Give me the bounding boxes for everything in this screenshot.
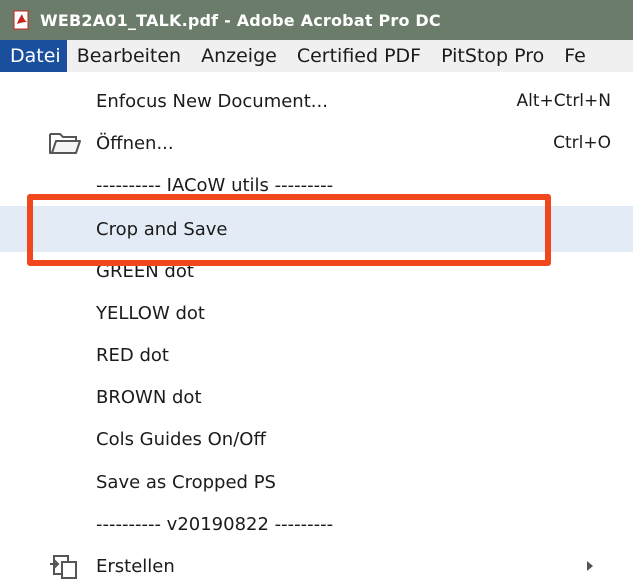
menu-item-label: Save as Cropped PS xyxy=(96,471,276,493)
highlight-annotation-box xyxy=(27,194,551,266)
pdf-icon xyxy=(12,10,32,30)
menu-item-label: Cols Guides On/Off xyxy=(96,428,266,450)
window-title-bar: WEB2A01_TALK.pdf - Adobe Acrobat Pro DC xyxy=(0,0,633,40)
menu-truncated[interactable]: Fe xyxy=(554,40,596,72)
menu-item-label: RED dot xyxy=(96,344,169,366)
menu-item-red-dot[interactable]: RED dot xyxy=(0,334,633,376)
menu-item-save-as-cropped-ps[interactable]: Save as Cropped PS xyxy=(0,461,633,503)
menu-item-label: Erstellen xyxy=(96,555,175,577)
menu-item-cols-guides[interactable]: Cols Guides On/Off xyxy=(0,418,633,460)
menu-certified-pdf[interactable]: Certified PDF xyxy=(287,40,431,72)
menu-separator-version: ---------- v20190822 --------- xyxy=(0,503,633,545)
window-title: WEB2A01_TALK.pdf - Adobe Acrobat Pro DC xyxy=(40,10,441,30)
menu-item-oeffnen[interactable]: Öffnen... Ctrl+O xyxy=(0,122,633,164)
menu-item-label: Öffnen... xyxy=(96,132,174,154)
menu-item-label: BROWN dot xyxy=(96,386,202,408)
datei-dropdown-menu: Enfocus New Document... Alt+Ctrl+N Öffne… xyxy=(0,72,633,579)
menu-anzeige[interactable]: Anzeige xyxy=(191,40,287,72)
menu-item-yellow-dot[interactable]: YELLOW dot xyxy=(0,292,633,334)
menu-item-brown-dot[interactable]: BROWN dot xyxy=(0,376,633,418)
menu-bearbeiten[interactable]: Bearbeiten xyxy=(67,40,191,72)
menu-item-shortcut: Alt+Ctrl+N xyxy=(516,91,611,111)
create-pdf-icon xyxy=(48,552,82,580)
menu-bar: Datei Bearbeiten Anzeige Certified PDF P… xyxy=(0,40,633,72)
submenu-arrow-icon xyxy=(587,561,593,571)
menu-item-erstellen[interactable]: Erstellen xyxy=(0,545,633,587)
menu-item-enfocus-new-document[interactable]: Enfocus New Document... Alt+Ctrl+N xyxy=(0,80,633,122)
menu-pitstop-pro[interactable]: PitStop Pro xyxy=(431,40,554,72)
separator-label: ---------- IACoW utils --------- xyxy=(96,174,334,196)
separator-label: ---------- v20190822 --------- xyxy=(96,513,334,535)
menu-item-label: YELLOW dot xyxy=(96,302,205,324)
menu-datei[interactable]: Datei xyxy=(0,40,67,72)
folder-open-icon xyxy=(48,129,82,157)
menu-item-shortcut: Ctrl+O xyxy=(553,133,611,153)
menu-item-label: Enfocus New Document... xyxy=(96,90,328,112)
